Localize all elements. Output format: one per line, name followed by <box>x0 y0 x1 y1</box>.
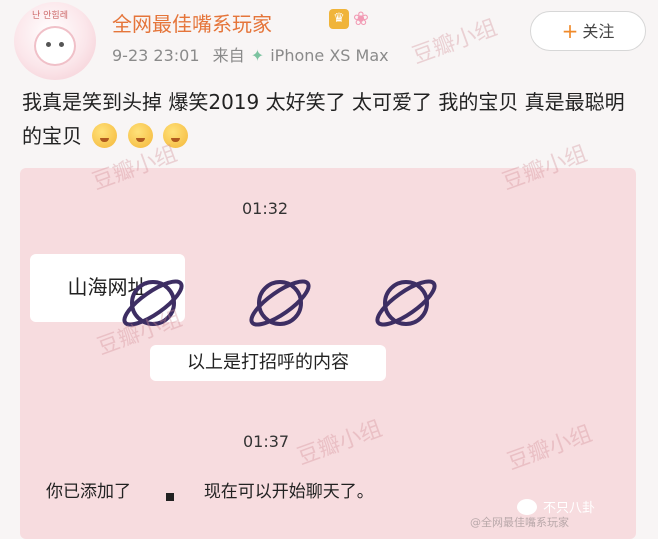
watermark: 豆瓣小组 <box>409 15 501 70</box>
post-timestamp: 9-23 23:01 <box>112 46 200 65</box>
source-prefix: 来自 <box>212 46 245 65</box>
chat-time-top: 01:32 <box>242 199 289 218</box>
avatar[interactable]: 난 안힘레 <box>14 2 96 80</box>
planet-icon <box>375 279 437 327</box>
flower-icon: ❀ <box>353 8 369 30</box>
post-meta: 9-23 23:01 来自 ✦ iPhone XS Max <box>112 42 389 66</box>
follow-label: 关注 <box>582 22 615 41</box>
post-content: 我真是笑到头掉 爆笑2019 太好笑了 太可爱了 我的宝贝 真是最聪明的宝贝 <box>22 85 632 153</box>
system-message-right: 现在可以开始聊天了。 <box>203 482 374 502</box>
username[interactable]: 全网最佳嘴系玩家 <box>112 8 272 37</box>
avatar-tag: 난 안힘레 <box>32 11 68 21</box>
plus-icon: + <box>561 19 579 43</box>
avatar-face <box>34 26 76 66</box>
chat-time-bottom: 01:37 <box>243 432 290 451</box>
chat-icon <box>517 499 537 515</box>
crown-icon: ♛ <box>329 9 349 29</box>
post-device[interactable]: iPhone XS Max <box>270 46 388 65</box>
system-message-left: 你已添加了 <box>46 482 131 502</box>
system-message: 你已添加了 现在可以开始聊天了。 <box>46 477 374 502</box>
weibo-post: 난 안힘레 全网最佳嘴系玩家 ♛ ❀ 9-23 23:01 来自 ✦ iPhon… <box>0 0 658 539</box>
follow-button[interactable]: + 关注 <box>530 11 646 51</box>
planet-icon <box>249 279 311 327</box>
emoji-icon <box>92 123 118 148</box>
greeting-caption: 以上是打招呼的内容 <box>150 345 386 381</box>
credit-watermark: @全网最佳嘴系玩家 <box>470 516 569 529</box>
fairy-icon: ✦ <box>250 46 265 65</box>
redacted-mark <box>166 493 175 501</box>
